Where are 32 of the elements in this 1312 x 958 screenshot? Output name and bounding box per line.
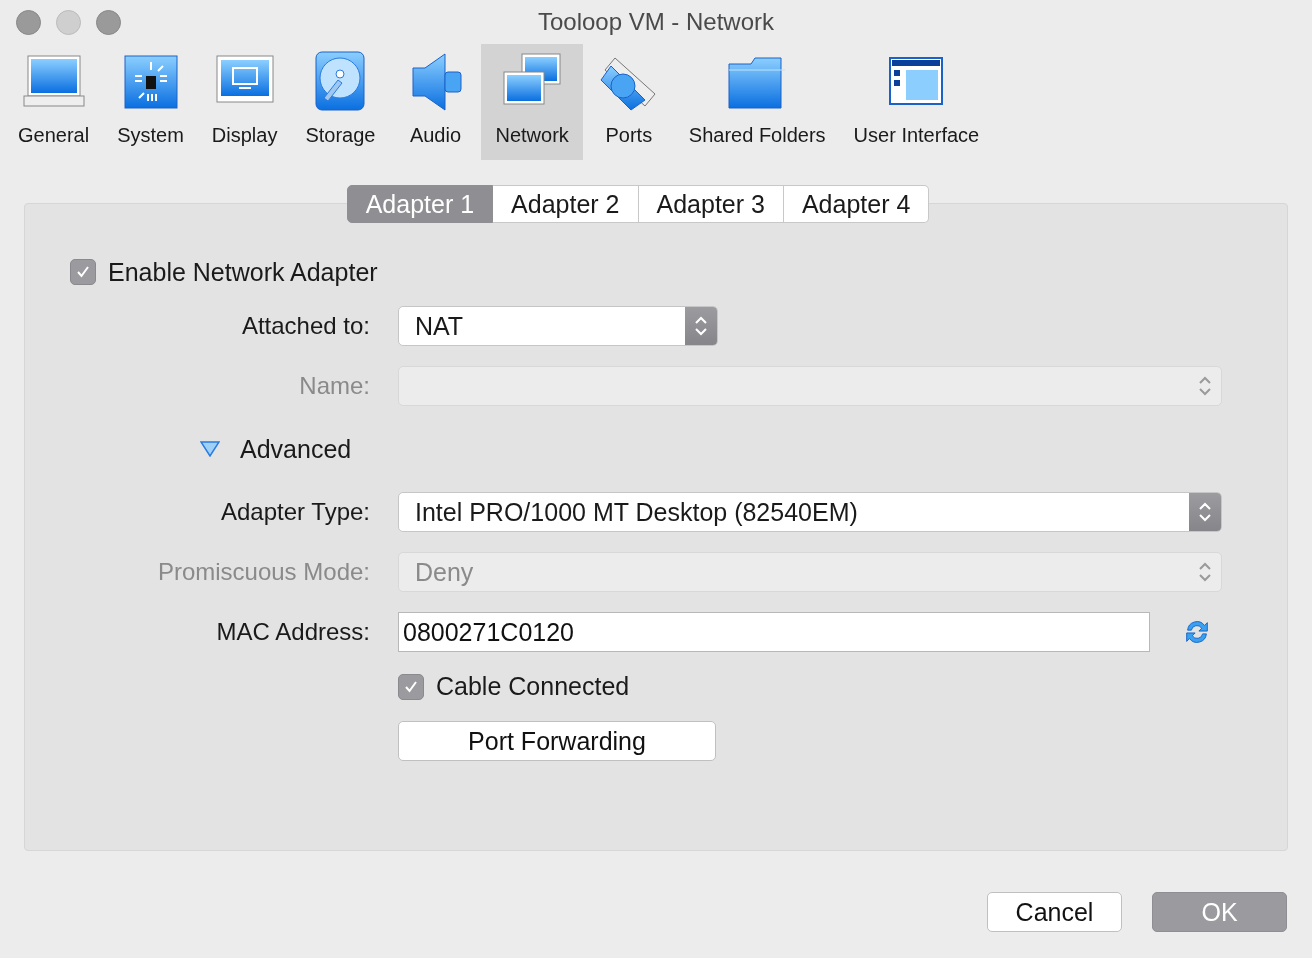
field-label: Adapter Type: [221,498,370,526]
input-field[interactable]: 0800271C0120 [398,612,1150,652]
tab[interactable]: Adapter 2 [493,185,639,223]
field-label: Promiscuous Mode: [157,558,370,586]
cancel-button[interactable]: Cancel [987,892,1122,932]
tab[interactable]: Adapter 4 [783,185,930,223]
triangle-icon [200,441,220,457]
close-button[interactable] [16,10,41,35]
checkbox-label: Cable Connected [436,672,630,701]
field-label: MAC Address: [216,618,370,646]
toolbar-item[interactable]: Audio [389,44,482,160]
window-title: Tooloop VM - Network [537,8,775,36]
dropdown[interactable]: NAT [398,306,718,346]
toolbar-item[interactable]: Storage [291,44,390,160]
port-forwarding-button[interactable]: Port Forwarding [398,721,716,761]
toolbar-item[interactable]: Shared Folders [674,44,840,160]
section-label: Advanced [240,433,353,465]
toolbar-item[interactable]: System [103,44,198,160]
toolbar-item[interactable]: Ports [582,44,675,160]
dropdown[interactable]: Intel PRO/1000 MT Desktop (82540EM) [398,492,1222,532]
toolbar-item[interactable]: Network [481,44,583,160]
checkbox-label: Enable Network Adapter [108,257,378,287]
toolbar-item[interactable]: Display [197,44,292,160]
toolbar-item[interactable]: User Interface [839,44,994,160]
toolbar-item[interactable]: General [4,44,104,160]
zoom-button[interactable] [96,10,121,35]
checkbox[interactable] [398,673,424,700]
checkbox[interactable] [70,259,96,285]
tab[interactable]: Adapter 3 [638,185,784,223]
field-label: Attached to: [241,312,370,340]
field-label: Name: [299,372,370,400]
checkmark-icon [75,264,91,280]
